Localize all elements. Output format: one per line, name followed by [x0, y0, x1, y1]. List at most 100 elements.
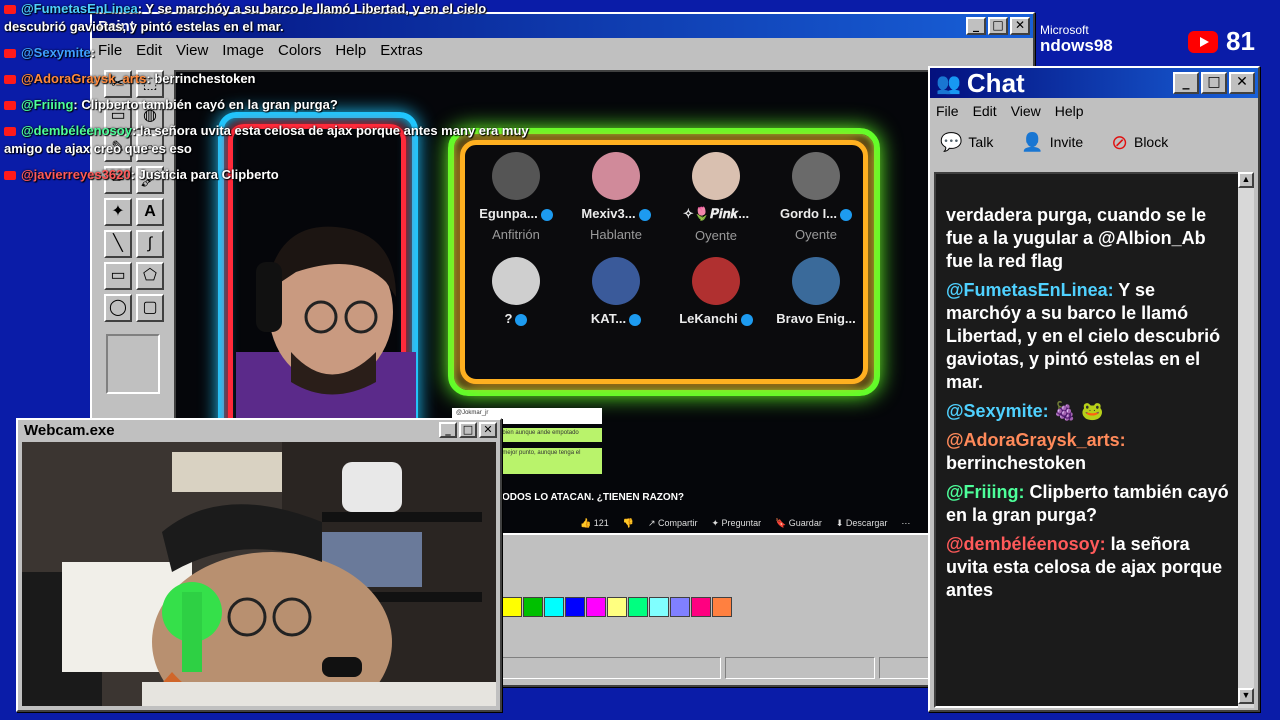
ellipse-icon[interactable]: ◯: [104, 294, 132, 322]
webcam-close-button[interactable]: ✕: [479, 422, 497, 438]
chat-menu-edit[interactable]: Edit: [973, 103, 997, 119]
participant-role: Anfitrión: [492, 227, 540, 242]
download-button[interactable]: ⬇ Descargar: [836, 518, 888, 529]
chat-titlebar[interactable]: 👥 Chat _ □ ✕: [930, 68, 1258, 98]
chat-message-user: @AdoraGraysk_arts:: [946, 430, 1126, 450]
participant-card[interactable]: ✧🌷𝑷𝒊𝒏𝒌... Oyente: [666, 152, 766, 243]
chat-scrollbar[interactable]: ▲ ▼: [1238, 172, 1254, 708]
participant-name: Mexiv3...: [566, 206, 666, 221]
youtube-icon: [4, 75, 16, 85]
chat-menu-help[interactable]: Help: [1055, 103, 1084, 119]
paint-maximize-button[interactable]: □: [988, 17, 1008, 35]
talk-button[interactable]: 💬 Talk: [940, 132, 993, 153]
color-swatch[interactable]: [649, 597, 669, 617]
participant-card[interactable]: Mexiv3... Hablante: [566, 152, 666, 243]
verified-icon: [540, 208, 553, 221]
participant-name-text: KAT...: [590, 311, 627, 326]
overlay-chat: @FumetasEnLinea: Y se marchóy a su barco…: [4, 0, 544, 192]
webcam-titlebar[interactable]: Webcam.exe _ □ ✕: [18, 420, 500, 440]
color-swatch[interactable]: [607, 597, 627, 617]
participant-name: Egunpa...: [466, 206, 566, 221]
participant-card[interactable]: Gordo I... Oyente: [766, 152, 866, 243]
participant-card[interactable]: ?: [466, 257, 566, 326]
color-swatch[interactable]: [544, 597, 564, 617]
dislike-button[interactable]: 👎: [623, 518, 634, 529]
line-icon[interactable]: ╲: [104, 230, 132, 258]
talk-icon: 💬: [940, 131, 963, 152]
tool-options-box: [106, 334, 160, 394]
scroll-track[interactable]: [1238, 188, 1254, 688]
chat-message: @dembéléenosoy: la señora uvita esta cel…: [946, 533, 1234, 602]
invite-button[interactable]: 👤 Invite: [1021, 132, 1083, 153]
participant-card[interactable]: Bravo Enig...: [766, 257, 866, 326]
chat-message-list: verdadera purga, cuando se le fue a la y…: [946, 204, 1234, 608]
color-swatch[interactable]: [712, 597, 732, 617]
chat-body[interactable]: verdadera purga, cuando se le fue a la y…: [934, 172, 1242, 708]
participant-name-text: Gordo I...: [779, 206, 838, 221]
chat-message-user: @Sexymite:: [946, 401, 1049, 421]
chat-minimize-button[interactable]: _: [1173, 72, 1199, 94]
avatar: [692, 257, 740, 305]
chat-message: verdadera purga, cuando se le fue a la y…: [946, 204, 1234, 273]
color-swatch[interactable]: [670, 597, 690, 617]
ask-button[interactable]: ✦ Preguntar: [712, 518, 762, 529]
chat-close-button[interactable]: ✕: [1229, 72, 1255, 94]
chat-menubar: File Edit View Help: [930, 98, 1258, 124]
color-swatch[interactable]: [523, 597, 543, 617]
participant-role: Oyente: [795, 227, 837, 242]
chat-username: @Friiing: [21, 97, 74, 112]
participant-name: Gordo I...: [766, 206, 866, 221]
participant-card[interactable]: LeKanchi: [666, 257, 766, 326]
invite-icon: 👤: [1021, 131, 1044, 152]
chat-text: : Clipberto también cayó en la gran purg…: [73, 97, 338, 112]
verified-icon: [840, 208, 853, 221]
chat-menu-view[interactable]: View: [1011, 103, 1041, 119]
text-tool-icon[interactable]: A: [136, 198, 164, 226]
verified-icon: [629, 313, 642, 326]
block-button[interactable]: ⊘ Block: [1111, 130, 1168, 155]
chat-users-icon: 👥: [936, 72, 961, 95]
overlay-chat-line: @dembéléenosoy: la señora uvita esta cel…: [4, 122, 544, 158]
overlay-chat-line: @Sexymite:: [4, 44, 544, 62]
chat-username: @dembéléenosoy: [21, 123, 132, 138]
youtube-icon: [1188, 30, 1218, 53]
polygon-icon[interactable]: ⬠: [136, 262, 164, 290]
color-palette: [502, 597, 733, 617]
rectangle-icon[interactable]: ▭: [104, 262, 132, 290]
scroll-down-icon[interactable]: ▼: [1238, 688, 1254, 704]
airbrush-icon[interactable]: ✦: [104, 198, 132, 226]
scroll-up-icon[interactable]: ▲: [1238, 172, 1254, 188]
webcam-minimize-button[interactable]: _: [439, 422, 457, 438]
save-button[interactable]: 🔖 Guardar: [775, 518, 822, 529]
paint-minimize-button[interactable]: _: [966, 17, 986, 35]
chat-text: : berrinchestoken: [146, 71, 256, 86]
webcam-scene: [22, 442, 496, 706]
participant-card[interactable]: KAT...: [566, 257, 666, 326]
participant-name-text: LeKanchi: [679, 311, 738, 326]
paint-close-button[interactable]: ✕: [1010, 17, 1030, 35]
chat-maximize-button[interactable]: □: [1201, 72, 1227, 94]
video-title: ODOS LO ATACAN. ¿TIENEN RAZON?: [502, 492, 685, 503]
chat-menu-file[interactable]: File: [936, 103, 959, 119]
color-swatch[interactable]: [565, 597, 585, 617]
like-button[interactable]: 👍 121: [580, 518, 609, 529]
overlay-chat-line: @javierreyes3620: Justicia para Clipbert…: [4, 166, 544, 184]
participant-name-text: ?: [504, 311, 513, 326]
chat-message: @Friiing: Clipberto también cayó en la g…: [946, 481, 1234, 527]
webcam-feed: [22, 442, 496, 706]
webcam-maximize-button[interactable]: □: [459, 422, 477, 438]
color-swatch[interactable]: [628, 597, 648, 617]
rounded-rect-icon[interactable]: ▢: [136, 294, 164, 322]
more-options-button[interactable]: ⋯: [901, 518, 910, 529]
color-swatch[interactable]: [502, 597, 522, 617]
curve-icon[interactable]: ∫: [136, 230, 164, 258]
color-swatch[interactable]: [691, 597, 711, 617]
viewer-count: 81: [1226, 26, 1255, 56]
youtube-icon: [4, 49, 16, 59]
participant-name: Bravo Enig...: [776, 311, 856, 326]
color-swatch[interactable]: [586, 597, 606, 617]
brand-line2: ndows98: [1040, 36, 1113, 55]
share-button[interactable]: ↗ Compartir: [648, 518, 698, 529]
chat-message-text: 🍇 🐸: [1048, 401, 1104, 421]
status-panel: [725, 657, 875, 679]
